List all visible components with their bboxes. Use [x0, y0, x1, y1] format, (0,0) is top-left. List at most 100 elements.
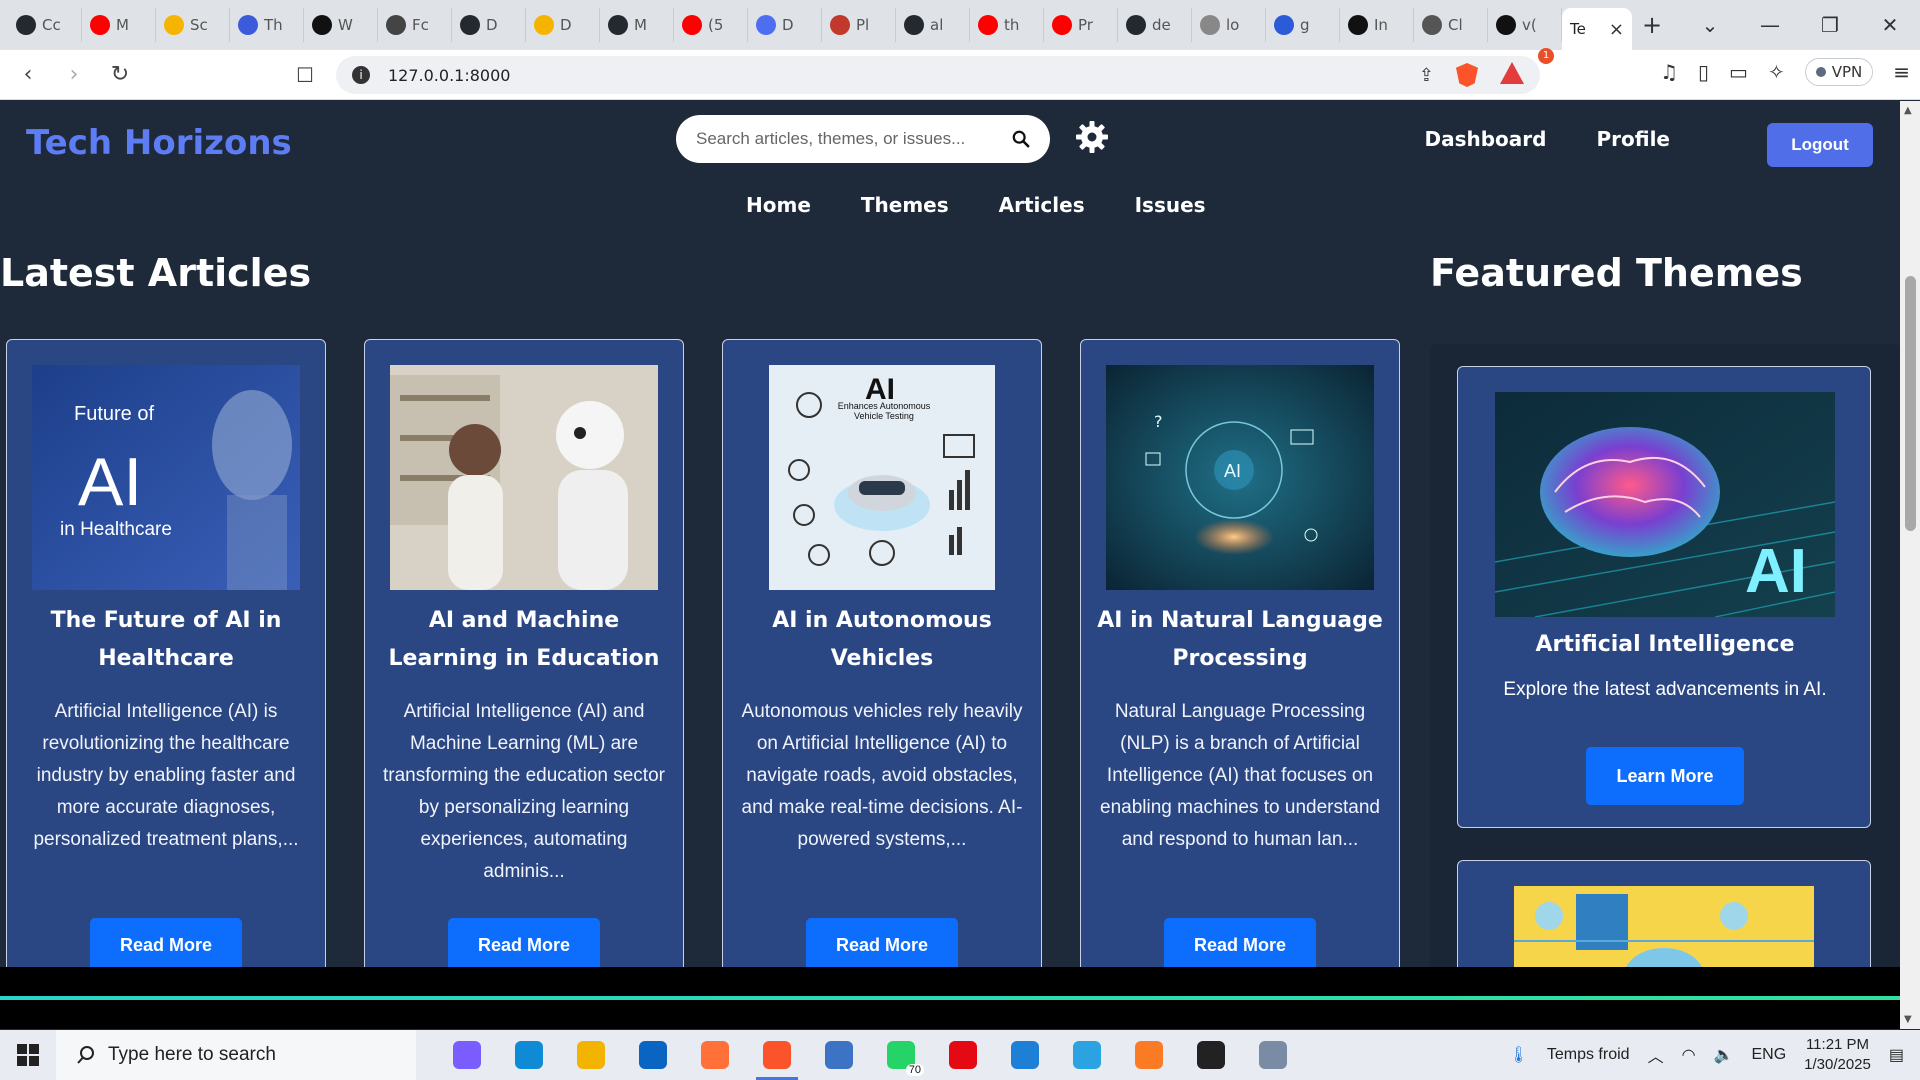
browser-tab[interactable]: g — [1266, 8, 1340, 42]
close-window-icon[interactable]: ✕ — [1860, 13, 1920, 37]
nav-profile[interactable]: Profile — [1596, 127, 1670, 151]
vscode-icon — [1011, 1041, 1039, 1069]
browser-tab[interactable]: Fc — [378, 8, 452, 42]
nav-issues[interactable]: Issues — [1135, 193, 1206, 217]
maximize-icon[interactable]: ❐ — [1800, 13, 1860, 37]
read-more-button[interactable]: Read More — [90, 918, 242, 967]
taskbar-app[interactable] — [746, 1030, 808, 1080]
page-scrollbar[interactable]: ▲ ▼ — [1900, 101, 1920, 1029]
read-more-button[interactable]: Read More — [1164, 918, 1316, 967]
taskbar-app[interactable] — [560, 1030, 622, 1080]
browser-tab[interactable]: Pl — [822, 8, 896, 42]
language-indicator[interactable]: ENG — [1751, 1046, 1786, 1064]
clock[interactable]: 11:21 PM 1/30/2025 — [1804, 1035, 1871, 1075]
nav-home[interactable]: Home — [746, 193, 811, 217]
browser-tab[interactable]: Th — [230, 8, 304, 42]
github-icon — [1126, 15, 1146, 35]
taskbar-app[interactable] — [622, 1030, 684, 1080]
browser-tab[interactable]: v( — [1488, 8, 1562, 42]
taskbar-app[interactable]: 70 — [870, 1030, 932, 1080]
url-field[interactable]: i 127.0.0.1:8000 ⇪ 1 — [336, 48, 1554, 94]
thermometer-icon[interactable]: 🌡 — [1509, 1045, 1529, 1065]
site-search-input[interactable] — [696, 129, 996, 149]
browser-tab[interactable]: D — [452, 8, 526, 42]
back-icon[interactable]: ‹ — [10, 62, 46, 87]
scrollbar-thumb[interactable] — [1905, 276, 1916, 531]
start-button[interactable] — [0, 1044, 56, 1066]
nav-themes[interactable]: Themes — [861, 193, 949, 217]
notifications-icon[interactable]: ▤ — [1889, 1045, 1904, 1065]
bookmark-icon[interactable]: ☐ — [296, 63, 314, 87]
article-excerpt: Artificial Intelligence (AI) and Machine… — [383, 701, 665, 882]
forward-icon[interactable]: › — [56, 62, 92, 87]
browser-tab-label: Th — [264, 16, 283, 34]
image-caption: AI — [1224, 461, 1241, 481]
article-title[interactable]: AI in Autonomous Vehicles — [733, 602, 1031, 678]
taskbar-app[interactable] — [684, 1030, 746, 1080]
taskbar-app[interactable] — [1056, 1030, 1118, 1080]
article-title[interactable]: AI in Natural Language Processing — [1091, 602, 1389, 678]
nav-dashboard[interactable]: Dashboard — [1425, 127, 1547, 151]
nav-articles[interactable]: Articles — [999, 193, 1085, 217]
close-tab-icon[interactable]: × — [1609, 19, 1624, 40]
browser-tab[interactable]: M — [600, 8, 674, 42]
tab-search-chevron-icon[interactable]: ⌄ — [1680, 13, 1740, 37]
article-title[interactable]: The Future of AI in Healthcare — [17, 602, 315, 678]
browser-tab[interactable]: D — [526, 8, 600, 42]
terminal-icon — [1197, 1041, 1225, 1069]
browser-tab[interactable]: lo — [1192, 8, 1266, 42]
leo-ai-icon[interactable]: ✧ — [1768, 60, 1785, 84]
browser-tab[interactable]: D — [748, 8, 822, 42]
search-icon[interactable] — [1012, 130, 1030, 148]
browser-tab[interactable]: W — [304, 8, 378, 42]
theme-title[interactable]: Artificial Intelligence — [1458, 632, 1872, 657]
taskbar-app[interactable] — [1180, 1030, 1242, 1080]
taskbar-app[interactable] — [808, 1030, 870, 1080]
volume-icon[interactable]: 🔈 — [1714, 1045, 1734, 1065]
sidebar-icon[interactable]: ▯ — [1698, 60, 1709, 84]
browser-tab[interactable]: al — [896, 8, 970, 42]
wallet-icon[interactable]: ▭ — [1729, 60, 1748, 84]
browser-tab[interactable]: th — [970, 8, 1044, 42]
read-more-button[interactable]: Read More — [806, 918, 958, 967]
scroll-up-icon[interactable]: ▲ — [1904, 105, 1912, 116]
taskbar-app[interactable] — [498, 1030, 560, 1080]
theme-toggle-gear-icon[interactable] — [1074, 119, 1110, 155]
site-brand[interactable]: Tech Horizons — [26, 123, 292, 163]
taskbar-app[interactable] — [436, 1030, 498, 1080]
minimize-icon[interactable]: — — [1740, 13, 1800, 37]
browser-tab[interactable]: (5 — [674, 8, 748, 42]
share-icon[interactable]: ⇪ — [1419, 65, 1434, 86]
menu-icon[interactable]: ≡ — [1893, 60, 1910, 84]
learn-more-button[interactable]: Learn More — [1586, 747, 1744, 805]
browser-tab[interactable]: Sc — [156, 8, 230, 42]
browser-tab[interactable]: Cl — [1414, 8, 1488, 42]
browser-tab[interactable]: de — [1118, 8, 1192, 42]
media-icon[interactable]: ♫ — [1660, 60, 1678, 84]
browser-tab[interactable]: Pr — [1044, 8, 1118, 42]
reload-icon[interactable]: ↻ — [102, 62, 138, 87]
taskbar-app[interactable] — [994, 1030, 1056, 1080]
scroll-down-icon[interactable]: ▼ — [1904, 1014, 1912, 1025]
vpn-button[interactable]: VPN — [1804, 58, 1874, 86]
wifi-icon[interactable]: ◠ — [1682, 1045, 1696, 1065]
taskbar-app[interactable] — [1242, 1030, 1304, 1080]
new-tab-icon[interactable]: + — [1632, 11, 1672, 39]
taskbar-app[interactable] — [1118, 1030, 1180, 1080]
article-title[interactable]: AI and Machine Learning in Education — [375, 602, 673, 678]
browser-tab[interactable]: Cc — [8, 8, 82, 42]
brave-shields-icon[interactable] — [1456, 63, 1478, 87]
tab-active[interactable]: Te × — [1562, 8, 1632, 50]
tray-chevron-icon[interactable]: ︿ — [1648, 1043, 1664, 1067]
taskbar-search[interactable]: Type here to search — [56, 1030, 416, 1080]
read-more-button[interactable]: Read More — [448, 918, 600, 967]
weather-text[interactable]: Temps froid — [1547, 1046, 1630, 1064]
browser-tab[interactable]: In — [1340, 8, 1414, 42]
mountain-icon — [1200, 15, 1220, 35]
browser-tab[interactable]: M — [82, 8, 156, 42]
browser-tab-label: M — [634, 16, 647, 34]
site-info-icon[interactable]: i — [352, 66, 370, 84]
taskbar-app[interactable] — [932, 1030, 994, 1080]
rewards-button[interactable]: 1 — [1500, 48, 1554, 88]
logout-button[interactable]: Logout — [1767, 123, 1873, 167]
